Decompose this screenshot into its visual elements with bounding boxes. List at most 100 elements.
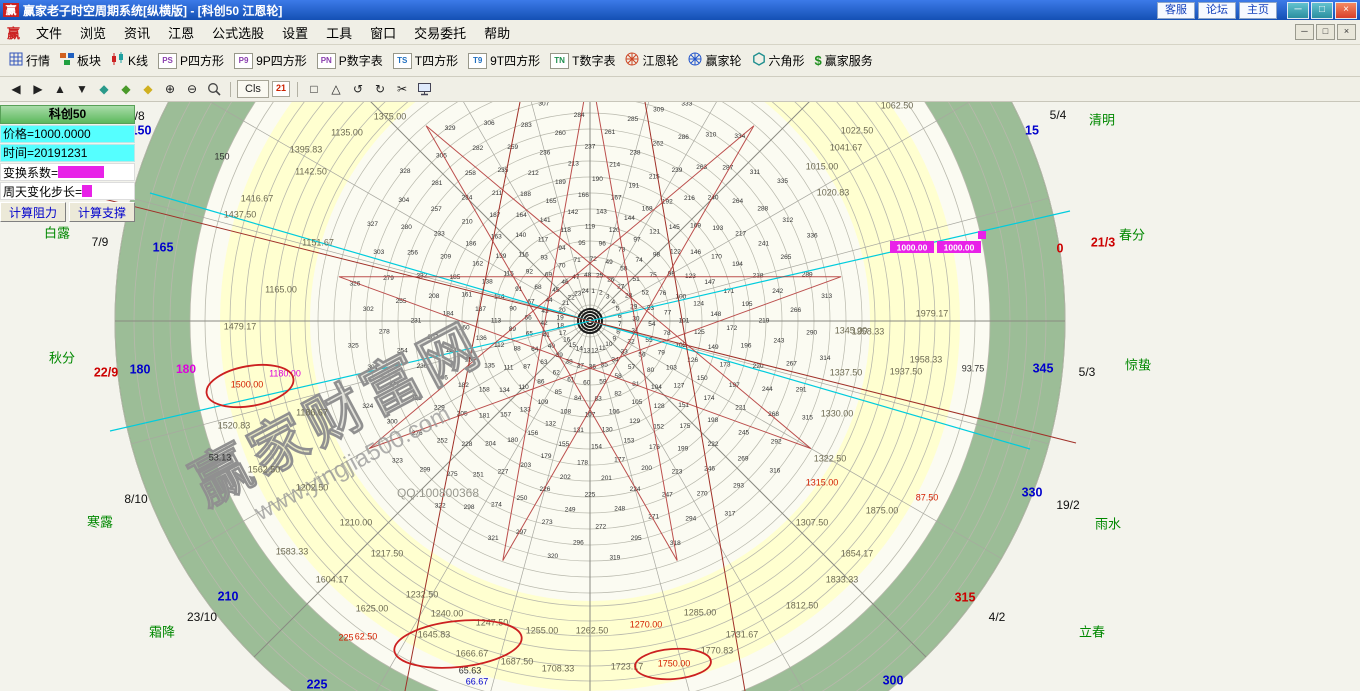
zoom-tool-button[interactable] [204, 80, 224, 98]
menu-gann[interactable]: 江恩 [159, 21, 203, 44]
svg-text:69: 69 [545, 272, 553, 279]
svg-text:150: 150 [214, 151, 229, 161]
svg-text:211: 211 [492, 190, 503, 197]
step-field[interactable]: 周天变化步长= [0, 182, 135, 200]
svg-text:270: 270 [697, 490, 708, 497]
svg-text:48: 48 [584, 272, 592, 279]
svg-text:1937.50: 1937.50 [890, 366, 923, 376]
chart-area: 1234567891011121314151617181920212223242… [0, 102, 1360, 691]
sectors-button[interactable]: 板块 [55, 49, 106, 72]
svg-text:245: 245 [738, 429, 749, 436]
doc-minimize-button[interactable]: ─ [1295, 24, 1314, 40]
menu-tools[interactable]: 工具 [317, 21, 361, 44]
up-triangle-button[interactable]: ▲ [50, 80, 70, 98]
svg-text:156: 156 [527, 430, 538, 437]
svg-text:323: 323 [392, 458, 403, 465]
zoom-in-button[interactable]: ⊕ [160, 80, 180, 98]
quotes-button[interactable]: 行情 [4, 49, 55, 72]
9t-square-button[interactable]: T99T四方形 [463, 49, 545, 72]
screen-tool-button[interactable] [414, 80, 434, 98]
coef-field[interactable]: 变换系数= [0, 163, 135, 181]
svg-text:105: 105 [632, 399, 643, 406]
svg-text:1708.33: 1708.33 [542, 663, 575, 673]
triangle-tool-button[interactable]: △ [326, 80, 346, 98]
doc-restore-button[interactable]: □ [1316, 24, 1335, 40]
svg-text:269: 269 [738, 456, 749, 463]
price-field[interactable]: 价格=1000.0000 [0, 125, 135, 143]
menu-file[interactable]: 文件 [27, 21, 71, 44]
doc-close-button[interactable]: × [1337, 24, 1356, 40]
menu-window[interactable]: 窗口 [361, 21, 405, 44]
menu-formula-pick[interactable]: 公式选股 [203, 21, 273, 44]
svg-text:125: 125 [694, 329, 705, 336]
home-button[interactable]: 主页 [1239, 2, 1277, 19]
svg-text:258: 258 [465, 170, 476, 177]
restore-button[interactable]: □ [1311, 2, 1333, 19]
svg-text:1358.33: 1358.33 [852, 326, 885, 336]
minimize-button[interactable]: ─ [1287, 2, 1309, 19]
svg-text:1979.17: 1979.17 [916, 308, 949, 318]
gann-wheel-canvas[interactable]: 1234567891011121314151617181920212223242… [0, 102, 1360, 691]
diamond-green-button[interactable]: ◆ [116, 80, 136, 98]
svg-text:7: 7 [618, 321, 622, 328]
svg-text:1337.50: 1337.50 [830, 367, 863, 377]
9p-square-button[interactable]: P99P四方形 [229, 49, 312, 72]
menu-help[interactable]: 帮助 [475, 21, 519, 44]
svg-text:46: 46 [561, 279, 569, 286]
hexagon-button[interactable]: 六角形 [747, 49, 810, 72]
svg-text:212: 212 [528, 170, 539, 177]
scissors-tool-button[interactable]: ✂ [392, 80, 412, 98]
tn-icon: TN [550, 53, 569, 69]
diamond-teal-button[interactable]: ◆ [94, 80, 114, 98]
svg-text:10: 10 [605, 341, 613, 348]
rect-tool-button[interactable]: □ [304, 80, 324, 98]
cls-button[interactable]: Cls [237, 80, 269, 98]
svg-text:51: 51 [632, 276, 640, 283]
t-table-button[interactable]: TNT数字表 [545, 49, 620, 72]
symbol-label: 科创50 [0, 105, 135, 124]
menu-news[interactable]: 资讯 [115, 21, 159, 44]
rotate-cw-button[interactable]: ↻ [370, 80, 390, 98]
svg-text:1262.50: 1262.50 [576, 625, 609, 635]
calendar-21-icon: 21 [272, 81, 290, 97]
zoom-out-button[interactable]: ⊖ [182, 80, 202, 98]
svg-text:1666.67: 1666.67 [456, 648, 489, 658]
svg-text:219: 219 [759, 318, 770, 325]
svg-text:119: 119 [585, 224, 596, 231]
menu-settings[interactable]: 设置 [273, 21, 317, 44]
gann-wheel-button[interactable]: 江恩轮 [620, 49, 683, 72]
menu-trade[interactable]: 交易委托 [405, 21, 475, 44]
svg-text:193: 193 [712, 225, 723, 232]
menu-browse[interactable]: 浏览 [71, 21, 115, 44]
toolbar-label: 六角形 [769, 52, 805, 69]
toolbar-label: P数字表 [339, 52, 383, 69]
time-field[interactable]: 时间=20191231 [0, 144, 135, 162]
svg-text:103: 103 [666, 365, 677, 372]
forum-button[interactable]: 论坛 [1198, 2, 1236, 19]
svg-text:231: 231 [411, 318, 422, 325]
wheel-icon [625, 52, 639, 69]
prev-arrow-button[interactable]: ◀ [6, 80, 26, 98]
kline-button[interactable]: K线 [106, 49, 153, 72]
svg-text:1: 1 [591, 288, 595, 295]
info-panel: 科创50 价格=1000.0000 时间=20191231 变换系数= 周天变化… [0, 105, 135, 222]
svg-text:62.50: 62.50 [355, 631, 378, 641]
down-triangle-button[interactable]: ▼ [72, 80, 92, 98]
svg-text:307: 307 [538, 102, 549, 108]
diamond-yellow-button[interactable]: ◆ [138, 80, 158, 98]
winner-wheel-button[interactable]: 赢家轮 [683, 49, 746, 72]
next-arrow-button[interactable]: ▶ [28, 80, 48, 98]
close-button[interactable]: × [1335, 2, 1357, 19]
svg-text:157: 157 [500, 411, 511, 418]
calc-support-button[interactable]: 计算支撑 [69, 202, 135, 222]
winner-service-button[interactable]: $赢家服务 [810, 49, 878, 72]
t-square-button[interactable]: TST四方形 [388, 49, 463, 72]
calendar-21-button[interactable]: 21 [271, 80, 291, 98]
support-button[interactable]: 客服 [1157, 2, 1195, 19]
p-table-button[interactable]: PNP数字表 [312, 49, 388, 72]
svg-text:286: 286 [678, 134, 689, 141]
rotate-ccw-button[interactable]: ↺ [348, 80, 368, 98]
p-square-button[interactable]: PSP四方形 [153, 49, 229, 72]
svg-text:71: 71 [573, 257, 581, 264]
calc-resistance-button[interactable]: 计算阻力 [0, 202, 66, 222]
